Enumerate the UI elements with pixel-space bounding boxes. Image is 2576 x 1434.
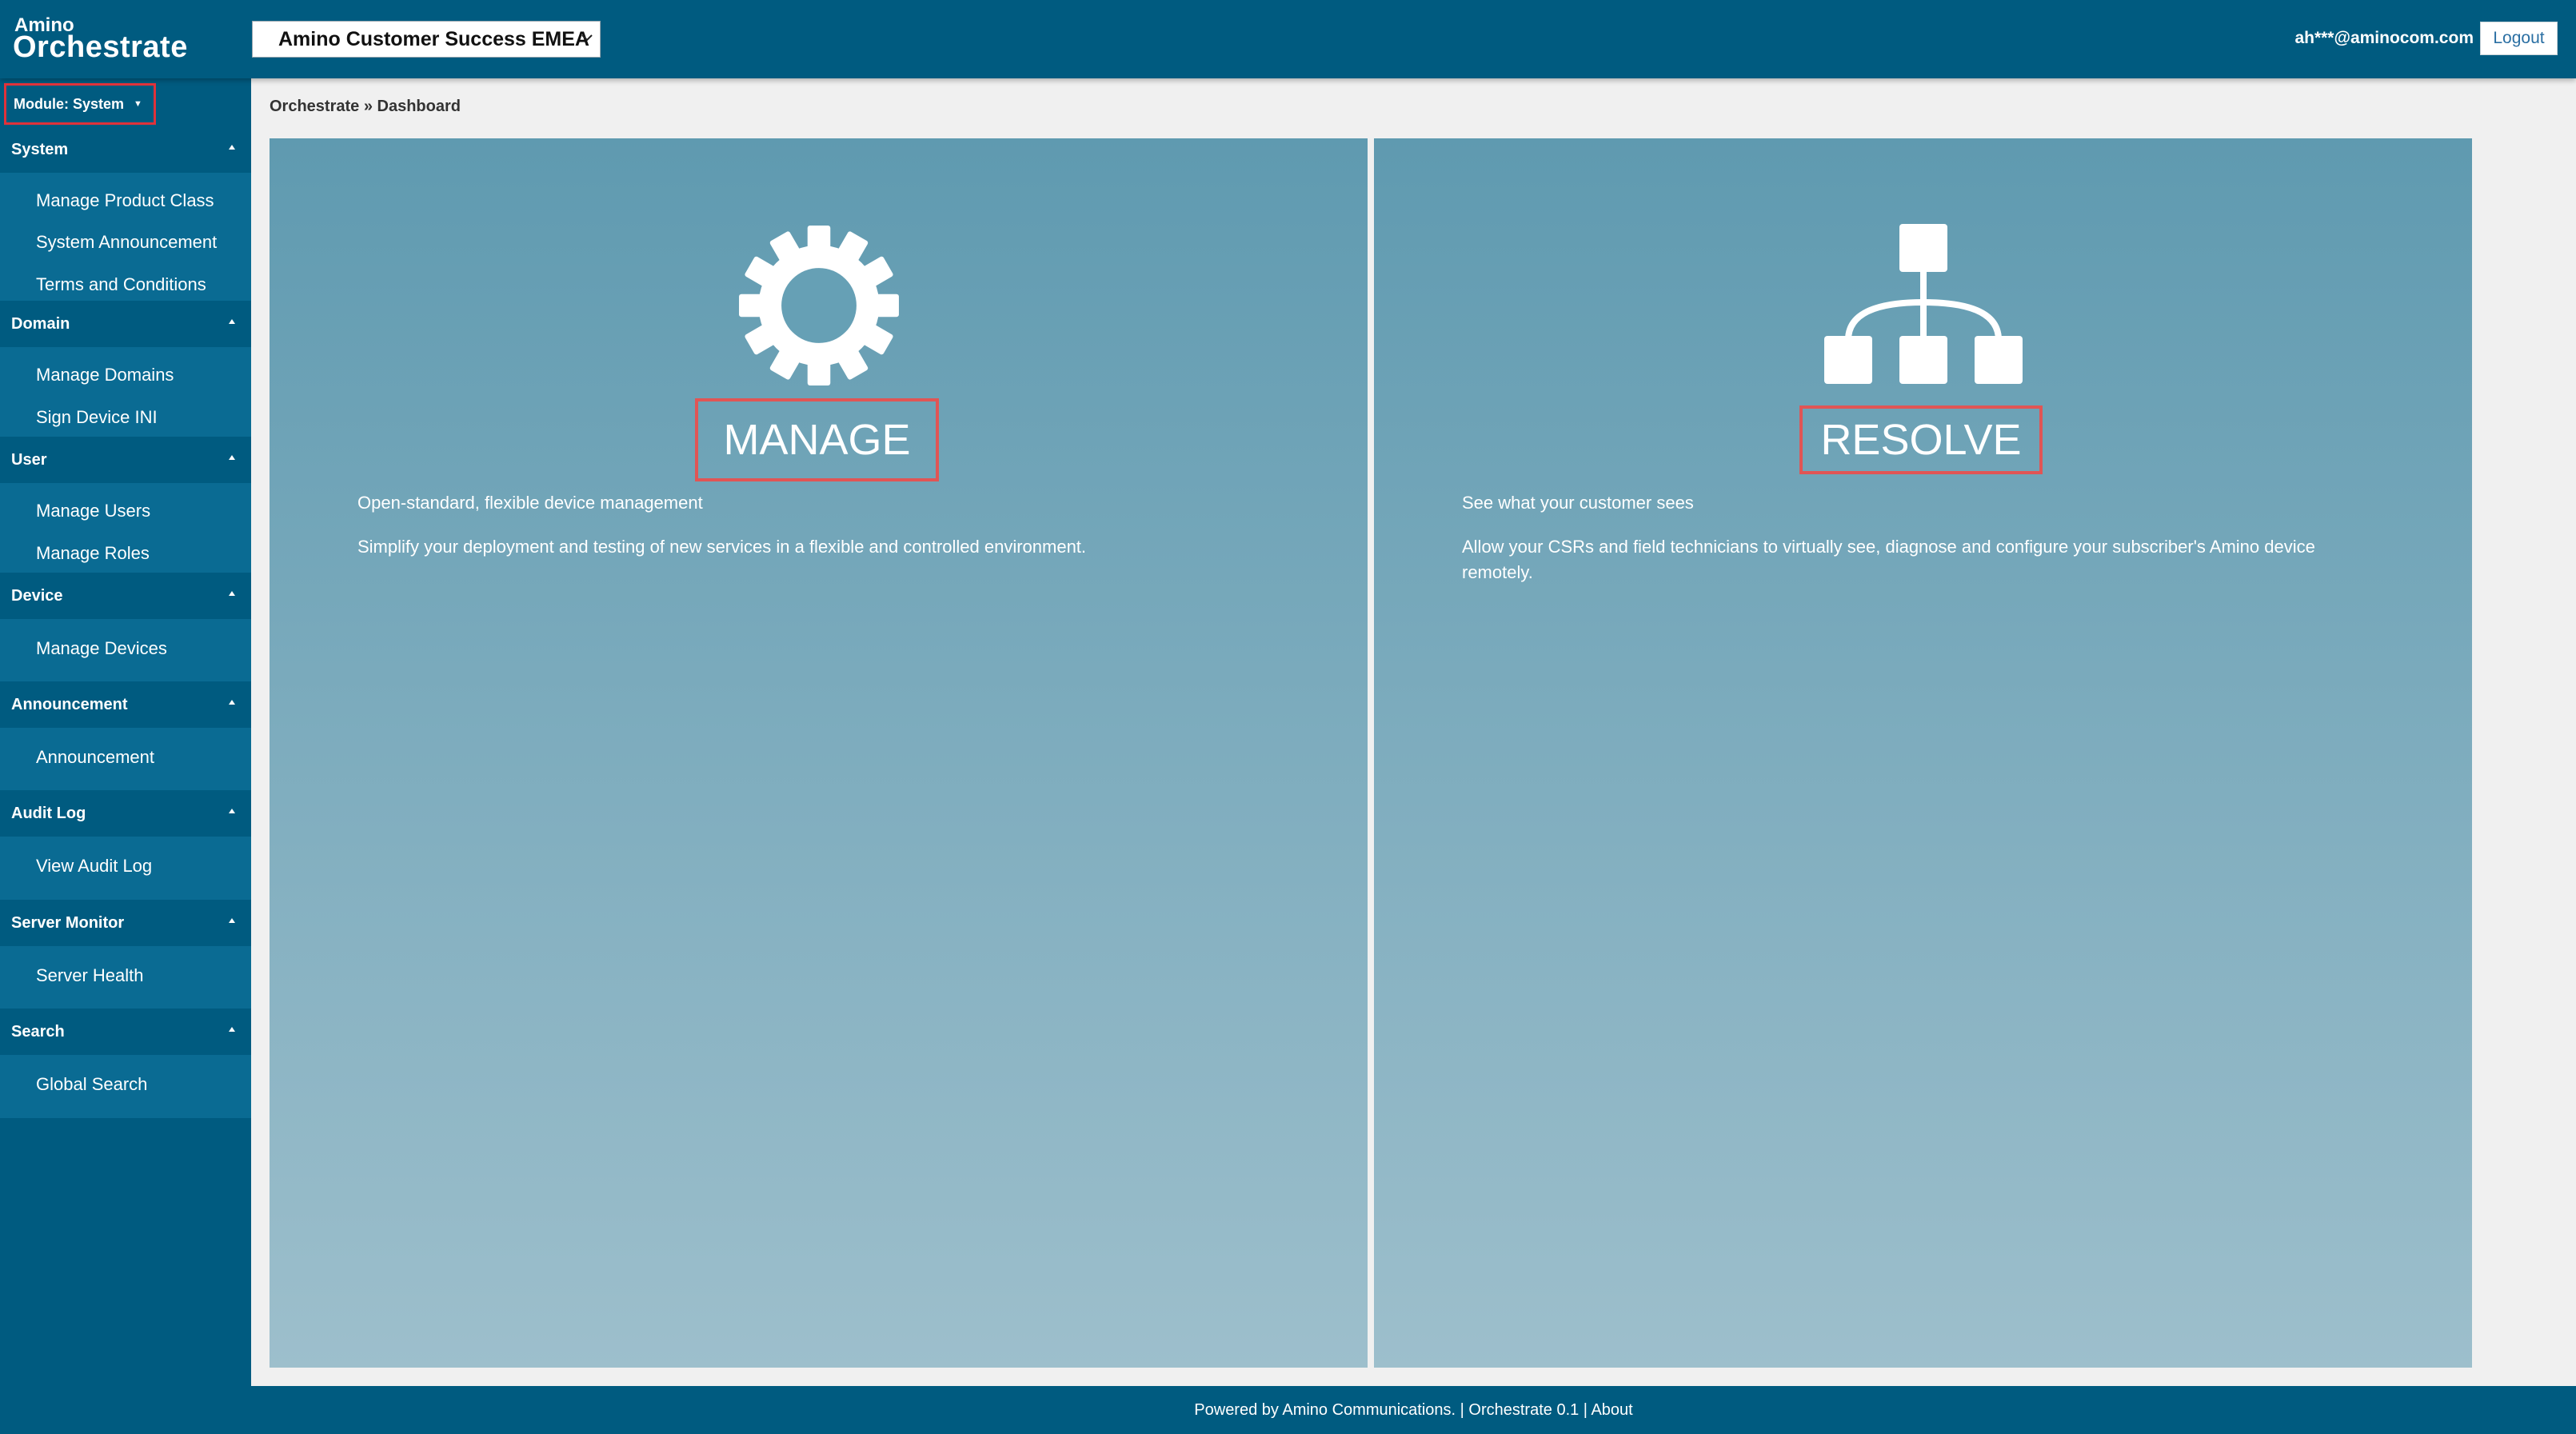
sidebar-item-terms-and-conditions[interactable]: Terms and Conditions <box>36 274 206 295</box>
sidebar-section-body: Announcement <box>0 728 251 790</box>
sidebar-section-domain[interactable]: Domain <box>0 301 251 347</box>
sidebar-section-search[interactable]: Search <box>0 1009 251 1055</box>
footer-text[interactable]: Powered by Amino Communications. | Orche… <box>1194 1401 1632 1420</box>
sidebar-section-audit-log[interactable]: Audit Log <box>0 790 251 837</box>
manage-subtitle: Open-standard, flexible device managemen… <box>357 493 703 513</box>
sidebar-section-title: User <box>11 450 47 469</box>
sidebar-item-manage-roles[interactable]: Manage Roles <box>36 543 150 564</box>
sidebar-section-body: Manage Users Manage Roles <box>0 483 251 573</box>
caret-down-icon: ▼ <box>134 99 142 109</box>
sidebar-section-body: View Audit Log <box>0 837 251 900</box>
sidebar: System Manage Product Class System Annou… <box>0 78 251 1434</box>
sidebar-section-title: Domain <box>11 314 70 333</box>
user-email: ah***@aminocom.com <box>2294 29 2474 47</box>
sidebar-section-title: Announcement <box>11 695 128 713</box>
organization-select-value: Amino Customer Success EMEA <box>278 27 589 50</box>
logo-product[interactable]: Orchestrate <box>13 30 188 65</box>
sidebar-section-body: Manage Product Class System Announcement… <box>0 173 251 301</box>
sidebar-item-sign-device-ini[interactable]: Sign Device INI <box>36 407 158 428</box>
sidebar-section-title: Search <box>11 1022 65 1041</box>
hierarchy-icon <box>1824 224 2023 384</box>
module-selector[interactable]: Module: System ▼ <box>4 83 156 125</box>
manage-description: Simplify your deployment and testing of … <box>357 537 1087 557</box>
manage-title[interactable]: MANAGE <box>695 398 939 481</box>
footer: Powered by Amino Communications. | Orche… <box>251 1386 2576 1434</box>
resolve-description: Allow your CSRs and field technicians to… <box>1462 537 2315 582</box>
sidebar-section-title: Audit Log <box>11 804 86 822</box>
collapse-icon <box>229 918 235 923</box>
sidebar-section-system[interactable]: System <box>0 126 251 173</box>
sidebar-section-title: Server Monitor <box>11 913 125 932</box>
sidebar-item-manage-users[interactable]: Manage Users <box>36 501 150 521</box>
resolve-title[interactable]: RESOLVE <box>1799 405 2043 474</box>
collapse-icon <box>229 809 235 813</box>
module-selector-label: Module: System <box>14 95 125 112</box>
collapse-icon <box>229 319 235 324</box>
sidebar-item-manage-devices[interactable]: Manage Devices <box>36 638 167 659</box>
sidebar-item-system-announcement[interactable]: System Announcement <box>36 232 217 253</box>
sidebar-section-user[interactable]: User <box>0 437 251 483</box>
sidebar-section-body: Manage Devices <box>0 619 251 681</box>
collapse-icon <box>229 591 235 596</box>
sidebar-section-announcement[interactable]: Announcement <box>0 681 251 728</box>
sidebar-section-server-monitor[interactable]: Server Monitor <box>0 900 251 946</box>
collapse-icon <box>229 1027 235 1032</box>
sidebar-item-announcement[interactable]: Announcement <box>36 747 154 768</box>
collapse-icon <box>229 700 235 705</box>
sidebar-section-device[interactable]: Device <box>0 573 251 619</box>
sidebar-item-manage-product-class[interactable]: Manage Product Class <box>36 190 214 211</box>
sidebar-section-title: System <box>11 140 69 158</box>
sidebar-section-body: Server Health <box>0 946 251 1009</box>
resolve-panel[interactable]: RESOLVE See what your customer sees Allo… <box>1374 138 2472 1368</box>
sidebar-item-server-health[interactable]: Server Health <box>36 965 144 986</box>
chevron-down-icon <box>581 34 593 42</box>
sidebar-item-view-audit-log[interactable]: View Audit Log <box>36 856 152 877</box>
collapse-icon <box>229 455 235 460</box>
collapse-icon <box>229 145 235 150</box>
top-header: Amino Orchestrate Amino Customer Success… <box>0 0 2576 78</box>
logout-button[interactable]: Logout <box>2480 22 2558 55</box>
gear-icon <box>739 226 899 385</box>
breadcrumb: Orchestrate » Dashboard <box>270 98 461 115</box>
manage-panel[interactable]: MANAGE Open-standard, flexible device ma… <box>270 138 1368 1368</box>
organization-select[interactable]: Amino Customer Success EMEA <box>252 21 601 58</box>
sidebar-section-title: Device <box>11 586 63 605</box>
sidebar-item-manage-domains[interactable]: Manage Domains <box>36 365 174 385</box>
sidebar-section-body: Manage Domains Sign Device INI <box>0 347 251 437</box>
resolve-subtitle: See what your customer sees <box>1462 493 1694 513</box>
sidebar-item-global-search[interactable]: Global Search <box>36 1074 147 1095</box>
sidebar-section-body: Global Search <box>0 1055 251 1118</box>
